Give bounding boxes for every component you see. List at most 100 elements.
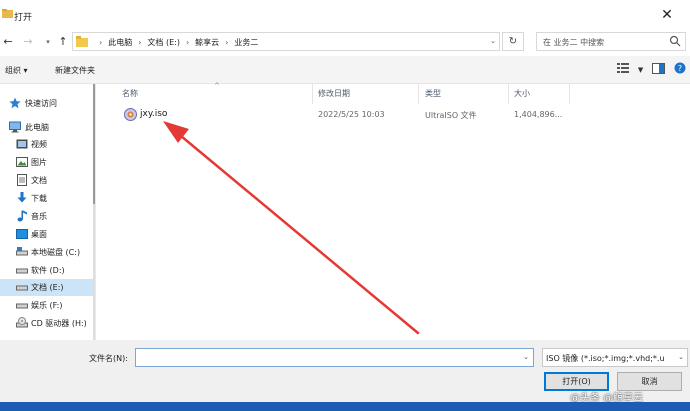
sidebar-item-videos[interactable]: 视频 <box>0 136 94 153</box>
breadcrumb-separator-icon: › <box>99 38 103 47</box>
search-input[interactable]: 在 业务二 中搜索 <box>536 32 686 51</box>
column-header-type[interactable]: 类型 <box>425 88 441 99</box>
filter-dropdown-chevron-icon[interactable]: ⌄ <box>678 353 684 361</box>
breadcrumb-separator-icon: › <box>185 38 190 47</box>
video-icon <box>16 139 28 149</box>
recent-locations-chevron-icon[interactable]: ▾ <box>40 34 56 50</box>
taskbar-strip <box>0 402 690 411</box>
sidebar-item-label: 下载 <box>31 194 47 203</box>
up-arrow-icon[interactable]: ↑ <box>55 34 71 50</box>
iso-file-icon <box>124 108 137 121</box>
new-folder-button[interactable]: 新建文件夹 <box>55 65 95 76</box>
file-list: ^ 名称 修改日期 类型 大小 jxy.iso 2022/5/25 10:03 … <box>96 82 690 340</box>
column-divider[interactable] <box>418 84 419 104</box>
search-icon <box>669 35 681 47</box>
breadcrumb-separator-icon: › <box>138 38 142 47</box>
command-bar: 组织 ▾ 新建文件夹 ▼ ? <box>0 56 690 84</box>
address-bar[interactable]: › 此电脑 › 文档 (E:) › 鲸享云 › 业务二 ⌄ <box>72 32 500 51</box>
file-type: UltraISO 文件 <box>425 111 477 120</box>
sidebar-item-label: 视频 <box>31 140 47 149</box>
filename-field[interactable]: ⌄ <box>135 348 534 367</box>
file-type-filter[interactable]: ISO 镜像 (*.iso;*.img;*.vhd;*.u ⌄ <box>542 348 688 367</box>
filename-dropdown-chevron-icon[interactable]: ⌄ <box>523 353 529 361</box>
breadcrumb-item[interactable]: 业务二 <box>234 37 258 48</box>
search-placeholder: 在 业务二 中搜索 <box>543 38 605 47</box>
help-icon: ? <box>674 62 686 74</box>
sidebar-item-cd-drive[interactable]: CD 驱动器 (H:) <box>0 315 94 332</box>
sidebar-item-quick-access[interactable]: 快速访问 <box>0 95 94 112</box>
breadcrumb-separator-icon: › <box>225 38 229 47</box>
desktop-icon <box>16 229 28 239</box>
sidebar-item-drive-f[interactable]: 娱乐 (F:) <box>0 297 94 314</box>
column-divider[interactable] <box>508 84 509 104</box>
view-options-button[interactable] <box>616 63 629 76</box>
sidebar-item-this-pc[interactable]: 此电脑 <box>0 119 94 136</box>
organize-menu[interactable]: 组织 ▾ <box>5 65 28 76</box>
folder-icon <box>76 36 88 47</box>
sidebar-item-pictures[interactable]: 图片 <box>0 154 94 171</box>
sidebar-item-label: 文档 <box>31 176 47 185</box>
sidebar-item-drive-c[interactable]: 本地磁盘 (C:) <box>0 244 94 261</box>
view-dropdown-chevron-icon[interactable]: ▼ <box>638 66 643 74</box>
sidebar-item-label: 本地磁盘 (C:) <box>31 248 81 257</box>
filename-label: 文件名(N): <box>89 354 128 363</box>
sidebar-scroll-thumb[interactable] <box>93 84 95 204</box>
view-list-icon <box>616 63 629 73</box>
preview-pane-icon <box>652 62 666 74</box>
breadcrumb-item[interactable]: 鲸享云 <box>195 37 219 48</box>
column-header-modified[interactable]: 修改日期 <box>318 88 350 99</box>
breadcrumb: › 此电脑 › 文档 (E:) › 鲸享云 › 业务二 <box>93 37 258 48</box>
sidebar-item-label: 此电脑 <box>25 123 49 132</box>
document-icon <box>17 174 27 186</box>
sidebar-item-label: 桌面 <box>31 230 47 239</box>
drive-icon <box>16 303 28 309</box>
file-name: jxy.iso <box>140 109 168 119</box>
sidebar-item-documents[interactable]: 文档 <box>0 172 94 189</box>
sidebar-item-desktop[interactable]: 桌面 <box>0 226 94 243</box>
drive-icon <box>16 247 28 256</box>
file-size: 1,404,896... <box>514 110 563 119</box>
sort-ascending-icon: ^ <box>214 82 220 90</box>
sidebar-item-label: 软件 (D:) <box>31 266 65 275</box>
sidebar-item-label: 娱乐 (F:) <box>31 301 63 310</box>
cd-drive-icon <box>16 317 28 328</box>
close-button[interactable]: ✕ <box>644 0 690 30</box>
svg-text:?: ? <box>678 64 682 73</box>
sidebar-item-label: 图片 <box>31 158 47 167</box>
column-divider[interactable] <box>312 84 313 104</box>
window-title: 打开 <box>14 13 33 23</box>
sidebar-item-label: 快速访问 <box>25 99 57 108</box>
star-icon <box>9 97 21 109</box>
picture-icon <box>16 157 28 167</box>
filename-input[interactable] <box>138 350 518 365</box>
computer-icon <box>9 121 21 133</box>
file-row[interactable]: jxy.iso 2022/5/25 10:03 UltraISO 文件 1,40… <box>96 106 690 124</box>
help-button[interactable]: ? <box>674 62 686 77</box>
sidebar-item-music[interactable]: 音乐 <box>0 208 94 225</box>
sidebar-item-label: CD 驱动器 (H:) <box>31 319 87 328</box>
column-header-name[interactable]: 名称 <box>122 88 138 99</box>
forward-arrow-icon[interactable]: → <box>20 34 36 50</box>
column-header-size[interactable]: 大小 <box>514 88 530 99</box>
sidebar-item-label: 音乐 <box>31 212 47 221</box>
refresh-button[interactable]: ↻ <box>502 32 524 51</box>
sidebar-item-drive-d[interactable]: 软件 (D:) <box>0 262 94 279</box>
title-bar: 打开 ✕ <box>0 0 690 30</box>
view-controls: ▼ ? <box>611 62 686 78</box>
breadcrumb-item[interactable]: 文档 (E:) <box>147 37 180 48</box>
back-arrow-icon[interactable]: ← <box>0 34 16 50</box>
address-row: ← → ▾ ↑ › 此电脑 › 文档 (E:) › 鲸享云 › 业务二 ⌄ ↻ 在 业务二 中… <box>0 30 690 54</box>
address-dropdown-chevron-icon[interactable]: ⌄ <box>490 37 496 45</box>
sidebar-item-drive-e[interactable]: 文档 (E:) <box>0 279 94 296</box>
breadcrumb-item[interactable]: 此电脑 <box>108 37 132 48</box>
download-icon <box>17 192 27 203</box>
drive-icon <box>16 285 28 291</box>
sidebar-item-downloads[interactable]: 下载 <box>0 190 94 207</box>
file-modified: 2022/5/25 10:03 <box>318 110 385 119</box>
column-divider[interactable] <box>569 84 570 104</box>
sidebar-item-label: 文档 (E:) <box>31 283 64 292</box>
bottom-panel: 文件名(N): ⌄ ISO 镜像 (*.iso;*.img;*.vhd;*.u … <box>0 340 690 411</box>
preview-pane-button[interactable] <box>652 62 666 77</box>
sidebar-scrollbar[interactable] <box>93 84 95 340</box>
column-header-row: ^ 名称 修改日期 类型 大小 <box>96 82 690 104</box>
